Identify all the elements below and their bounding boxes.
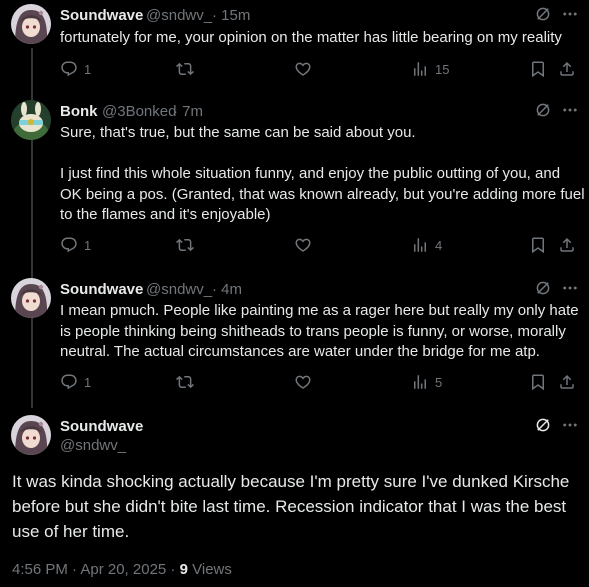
author-name[interactable]: Bonk [60, 103, 98, 120]
views-chart-icon [411, 373, 429, 391]
heart-icon [294, 373, 312, 391]
tweet-text-line-2: I just find this whole situation funny, … [60, 165, 585, 223]
like-button[interactable] [294, 60, 312, 78]
bookmark-icon [529, 236, 547, 254]
timestamp[interactable]: 4:56 PM · Apr 20, 2025 · [12, 561, 175, 578]
views-count: 9 [179, 561, 188, 578]
like-button[interactable] [294, 373, 312, 391]
bookmark-button[interactable] [529, 236, 547, 254]
bookmark-icon [529, 60, 547, 78]
grok-icon[interactable] [534, 279, 552, 297]
retweet-icon [176, 236, 194, 254]
reply-icon [60, 373, 78, 391]
retweet-icon [176, 373, 194, 391]
reply-button[interactable]: 1 [60, 373, 91, 391]
views-button[interactable]: 15 [411, 60, 449, 78]
avatar[interactable] [11, 4, 51, 44]
avatar-image [11, 100, 51, 140]
reply-count: 1 [84, 237, 92, 253]
tweet-time[interactable]: · 15m [212, 7, 250, 24]
author-handle[interactable]: @3Bonked [102, 103, 176, 120]
views-button[interactable]: 5 [411, 373, 442, 391]
heart-icon [294, 236, 312, 254]
view-count: 15 [435, 61, 450, 77]
author-name[interactable]: Soundwave [60, 7, 143, 24]
bookmark-button[interactable] [529, 60, 547, 78]
author-handle[interactable]: @sndwv_ [146, 281, 212, 298]
reply-icon [60, 236, 78, 254]
view-count: 4 [435, 237, 443, 253]
share-icon [558, 373, 576, 391]
retweet-icon [176, 60, 194, 78]
share-button[interactable] [558, 373, 576, 391]
more-icon[interactable] [561, 101, 579, 119]
share-icon [558, 236, 576, 254]
retweet-button[interactable] [176, 236, 194, 254]
views-chart-icon [411, 60, 429, 78]
views-label: Views [192, 561, 232, 578]
grok-icon[interactable] [534, 101, 552, 119]
author-handle[interactable]: @sndwv_ [146, 7, 212, 24]
tweet-time[interactable]: · 4m [212, 281, 242, 298]
reply-count: 1 [84, 374, 92, 390]
avatar[interactable] [11, 278, 51, 318]
avatar[interactable] [11, 100, 51, 140]
main-tweet-text: It was kinda shocking actually because I… [12, 472, 570, 541]
author-name[interactable]: Soundwave [60, 418, 143, 435]
tweet-time[interactable]: · 7m [173, 103, 203, 120]
tweet-text-line-1: Sure, that's true, but the same can be s… [60, 124, 416, 141]
avatar-image [11, 4, 51, 44]
view-count: 5 [435, 374, 443, 390]
avatar-image [11, 278, 51, 318]
reply-icon [60, 60, 78, 78]
bookmark-button[interactable] [529, 373, 547, 391]
more-icon[interactable] [561, 5, 579, 23]
grok-icon[interactable] [534, 416, 552, 434]
reply-count: 1 [84, 61, 92, 77]
author-handle[interactable]: @sndwv_ [60, 437, 126, 454]
retweet-button[interactable] [176, 373, 194, 391]
tweet-footer: 4:56 PM · Apr 20, 2025 · 9 Views [12, 561, 232, 578]
retweet-button[interactable] [176, 60, 194, 78]
share-button[interactable] [558, 60, 576, 78]
more-icon[interactable] [561, 416, 579, 434]
reply-button[interactable]: 1 [60, 60, 91, 78]
author-name[interactable]: Soundwave [60, 281, 143, 298]
bookmark-icon [529, 373, 547, 391]
tweet-text: I mean pmuch. People like painting me as… [60, 302, 579, 360]
heart-icon [294, 60, 312, 78]
avatar-image [11, 415, 51, 455]
views-chart-icon [411, 236, 429, 254]
like-button[interactable] [294, 236, 312, 254]
views-button[interactable]: 4 [411, 236, 442, 254]
share-button[interactable] [558, 236, 576, 254]
grok-icon[interactable] [534, 5, 552, 23]
share-icon [558, 60, 576, 78]
tweet-text: fortunately for me, your opinion on the … [60, 29, 562, 46]
reply-button[interactable]: 1 [60, 236, 91, 254]
more-icon[interactable] [561, 279, 579, 297]
avatar[interactable] [11, 415, 51, 455]
